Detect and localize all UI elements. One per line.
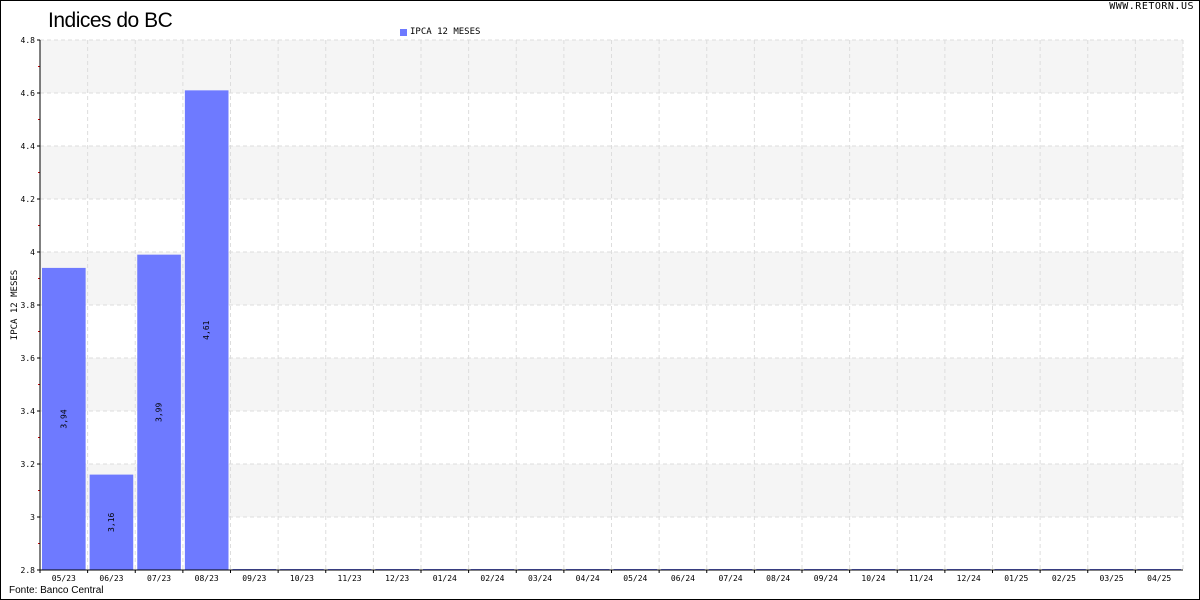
x-tick-label: 08/24 [766, 574, 790, 583]
x-tick-label: 04/25 [1147, 574, 1171, 583]
x-tick-label: 09/24 [814, 574, 838, 583]
x-tick-label: 03/24 [528, 574, 552, 583]
x-tick-label: 12/23 [385, 574, 409, 583]
chart-svg: 2.8 3 3.2 3.4 3.6 3.8 4 4.2 4.4 4.6 4.8 3,94 3,16 3,9… [21, 36, 1184, 583]
y-tick-label: 4.8 [21, 36, 36, 45]
y-tick-label: 4.4 [21, 142, 36, 151]
x-tick-label: 03/25 [1100, 574, 1124, 583]
x-tick-label: 02/25 [1052, 574, 1076, 583]
x-tick-label: 04/24 [576, 574, 600, 583]
y-tick-label: 3.4 [21, 407, 36, 416]
x-tick-label: 06/24 [671, 574, 695, 583]
x-tick-label: 09/23 [242, 574, 266, 583]
x-tick-label: 01/24 [433, 574, 457, 583]
x-tick-label: 12/24 [957, 574, 981, 583]
x-tick-label: 07/24 [719, 574, 743, 583]
y-tick-label: 3.2 [21, 460, 36, 469]
y-tick-label: 3 [30, 513, 35, 522]
x-tick-label: 11/24 [909, 574, 933, 583]
x-tick-label: 11/23 [338, 574, 362, 583]
bar-value-label: 3,94 [59, 409, 68, 428]
y-tick-label: 3.8 [21, 301, 36, 310]
x-tick-label: 05/24 [623, 574, 647, 583]
x-tick-label: 07/23 [147, 574, 171, 583]
x-tick-label: 01/25 [1004, 574, 1028, 583]
x-tick-label: 08/23 [195, 574, 219, 583]
y-tick-label: 4 [30, 248, 35, 257]
x-tick-label: 05/23 [52, 574, 76, 583]
x-tick-label: 02/24 [480, 574, 504, 583]
bar-value-label: 3,16 [107, 512, 116, 531]
x-tick-label: 10/24 [861, 574, 885, 583]
x-tick-label: 10/23 [290, 574, 314, 583]
y-tick-label: 3.6 [21, 354, 36, 363]
y-tick-label: 2.8 [21, 566, 36, 575]
y-tick-label: 4.2 [21, 195, 36, 204]
bar-value-label: 3,99 [155, 403, 164, 422]
x-tick-label: 06/23 [99, 574, 123, 583]
bar-value-label: 4,61 [202, 320, 211, 339]
y-tick-label: 4.6 [21, 89, 36, 98]
